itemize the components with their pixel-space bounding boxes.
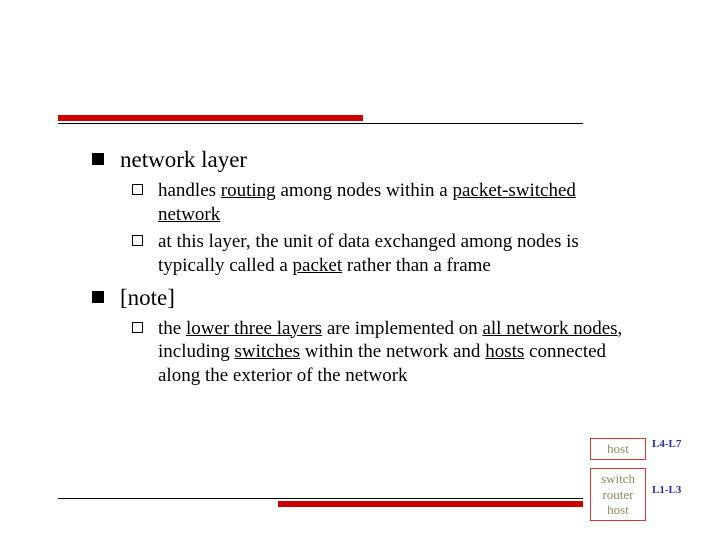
subbullet: at this layer, the unit of data exchange…: [118, 230, 640, 278]
callout-box-host: host: [590, 438, 646, 460]
hollow-square-icon: [132, 235, 143, 246]
callout-group: host L4-L7 switch router host L1-L3: [590, 438, 710, 521]
bullet-label: [note]: [120, 285, 175, 310]
subbullet: handles routing among nodes within a pac…: [118, 179, 640, 227]
bottom-rule-black: [58, 498, 583, 499]
callout-label-lower: L1-L3: [652, 484, 681, 496]
callout-text: host: [607, 502, 629, 517]
hollow-square-icon: [132, 184, 143, 195]
top-rule-black: [58, 123, 583, 124]
top-rule-red: [58, 115, 363, 121]
filled-square-icon: [92, 153, 104, 165]
callout-text: switch: [601, 471, 635, 486]
subbullet: the lower three layers are implemented o…: [118, 317, 640, 388]
callout-text: router: [602, 487, 633, 502]
filled-square-icon: [92, 291, 104, 303]
callout-text: host: [607, 441, 629, 456]
callout-label-upper: L4-L7: [652, 438, 681, 450]
slide-content: network layer handles routing among node…: [80, 140, 640, 392]
callout-box-switch-router-host: switch router host: [590, 468, 646, 521]
bottom-rule-red: [278, 501, 583, 507]
text: the lower three layers are implemented o…: [158, 318, 622, 387]
bullet-network-layer: network layer: [80, 146, 640, 175]
bullet-label: network layer: [120, 147, 247, 172]
text: handles routing among nodes within a pac…: [158, 180, 576, 225]
bullet-note: [note]: [80, 284, 640, 313]
text: at this layer, the unit of data exchange…: [158, 231, 579, 276]
hollow-square-icon: [132, 322, 143, 333]
